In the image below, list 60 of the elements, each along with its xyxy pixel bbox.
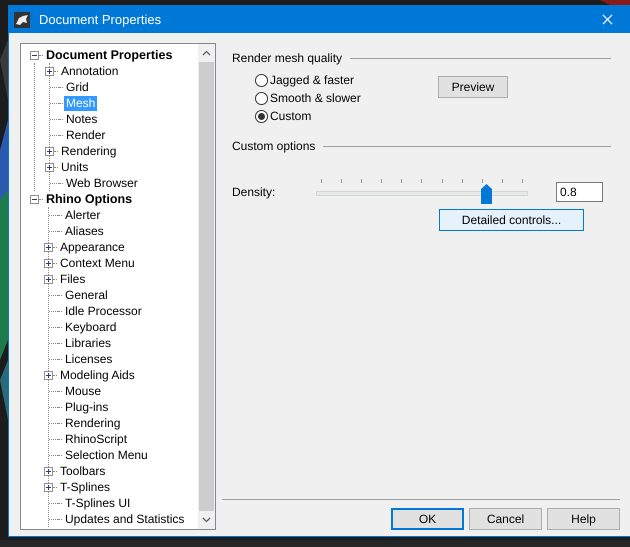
scroll-up-icon[interactable] xyxy=(202,50,211,56)
tree-item[interactable]: Rendering xyxy=(59,144,118,158)
tree-item[interactable]: Licenses xyxy=(63,352,114,366)
tree-item[interactable]: Grid xyxy=(64,80,91,94)
expand-icon[interactable] xyxy=(44,258,53,268)
tree-item[interactable]: Keyboard xyxy=(63,320,118,334)
dialog-button[interactable]: OK xyxy=(391,508,464,530)
section-heading: Render mesh quality xyxy=(232,51,342,65)
tree-item[interactable]: Plug-ins xyxy=(63,400,110,414)
dialog-button[interactable]: Cancel xyxy=(469,508,542,530)
tree-item[interactable]: T-Splines UI xyxy=(63,496,132,510)
tree-item[interactable]: RhinoScript xyxy=(63,432,130,446)
density-field[interactable]: 0.8 xyxy=(556,182,603,202)
expand-icon[interactable] xyxy=(45,146,54,156)
slider-thumb[interactable] xyxy=(480,184,492,204)
tree-item[interactable]: Annotation xyxy=(59,64,120,78)
tree-item[interactable]: Files xyxy=(58,272,88,286)
expand-icon[interactable] xyxy=(44,274,53,284)
density-slider[interactable] xyxy=(316,179,528,205)
expand-icon[interactable] xyxy=(45,162,54,172)
tree-item[interactable]: Alerter xyxy=(63,208,102,222)
radio-option[interactable]: Custom xyxy=(255,109,312,123)
tree-item[interactable]: Rhino Options xyxy=(44,192,134,206)
tree-item[interactable]: General xyxy=(63,288,110,302)
collapse-icon[interactable] xyxy=(30,50,39,60)
preview-button[interactable]: Preview xyxy=(438,76,508,98)
tree-item[interactable]: Appearance xyxy=(58,240,127,254)
expand-icon[interactable] xyxy=(44,482,53,492)
tree-item[interactable]: Modeling Aids xyxy=(58,368,137,382)
tree-item[interactable]: Idle Processor xyxy=(63,304,144,318)
tree-item[interactable]: Toolbars xyxy=(58,464,108,478)
radio-option[interactable]: Jagged & faster xyxy=(255,73,354,87)
tree-item[interactable]: Rendering xyxy=(63,416,122,430)
close-icon[interactable] xyxy=(602,14,613,25)
tree-item[interactable]: Updates and Statistics xyxy=(63,512,186,526)
tree-item[interactable]: Aliases xyxy=(63,224,106,238)
density-label: Density: xyxy=(232,185,276,199)
radio-option[interactable]: Smooth & slower xyxy=(255,91,361,105)
expand-icon[interactable] xyxy=(44,466,53,476)
window-title: Document Properties xyxy=(39,12,162,27)
detailed-controls-button[interactable]: Detailed controls... xyxy=(439,209,584,231)
tree-item[interactable]: Web Browser xyxy=(64,176,140,190)
scroll-thumb[interactable] xyxy=(199,62,214,511)
expand-icon[interactable] xyxy=(44,242,53,252)
tree-item[interactable]: Notes xyxy=(64,112,100,126)
dialog-button[interactable]: Help xyxy=(547,508,620,530)
tree-item[interactable]: Context Menu xyxy=(58,256,137,270)
tree-item[interactable]: Render xyxy=(64,128,108,142)
tree-item[interactable]: Selection Menu xyxy=(63,448,150,462)
scrollbar[interactable] xyxy=(198,44,215,529)
tree-item[interactable]: Document Properties xyxy=(44,48,174,62)
section-heading: Custom options xyxy=(232,139,316,153)
expand-icon[interactable] xyxy=(44,370,53,380)
tree-item[interactable]: Mouse xyxy=(63,384,104,398)
expand-icon[interactable] xyxy=(45,66,54,76)
tree-item[interactable]: T-Splines xyxy=(58,480,112,494)
collapse-icon[interactable] xyxy=(30,194,39,204)
tree-item[interactable]: Units xyxy=(59,160,90,174)
scroll-down-icon[interactable] xyxy=(202,517,211,523)
tree-item[interactable]: Libraries xyxy=(63,336,114,350)
